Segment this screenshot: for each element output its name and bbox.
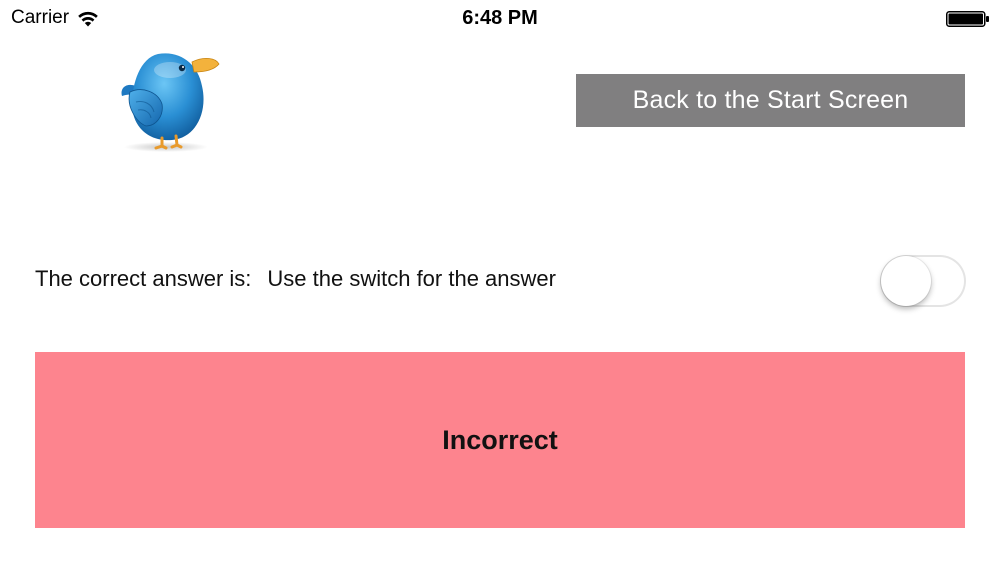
switch-knob [881,256,931,306]
answer-row: The correct answer is: Use the switch for… [35,264,556,294]
result-text: Incorrect [442,424,558,455]
result-banner: Incorrect [35,352,965,528]
quiz-screen: Carrier 6:48 PM Back to the Start Screen… [0,0,1000,563]
back-to-start-button[interactable]: Back to the Start Screen [576,74,965,127]
bird-icon [118,46,222,154]
status-bar: Carrier 6:48 PM [0,0,1000,38]
answer-label: The correct answer is: [35,266,252,291]
battery-full-icon [946,11,990,27]
answer-value: Use the switch for the answer [267,266,556,291]
answer-switch[interactable] [880,255,966,307]
status-time: 6:48 PM [462,7,538,29]
